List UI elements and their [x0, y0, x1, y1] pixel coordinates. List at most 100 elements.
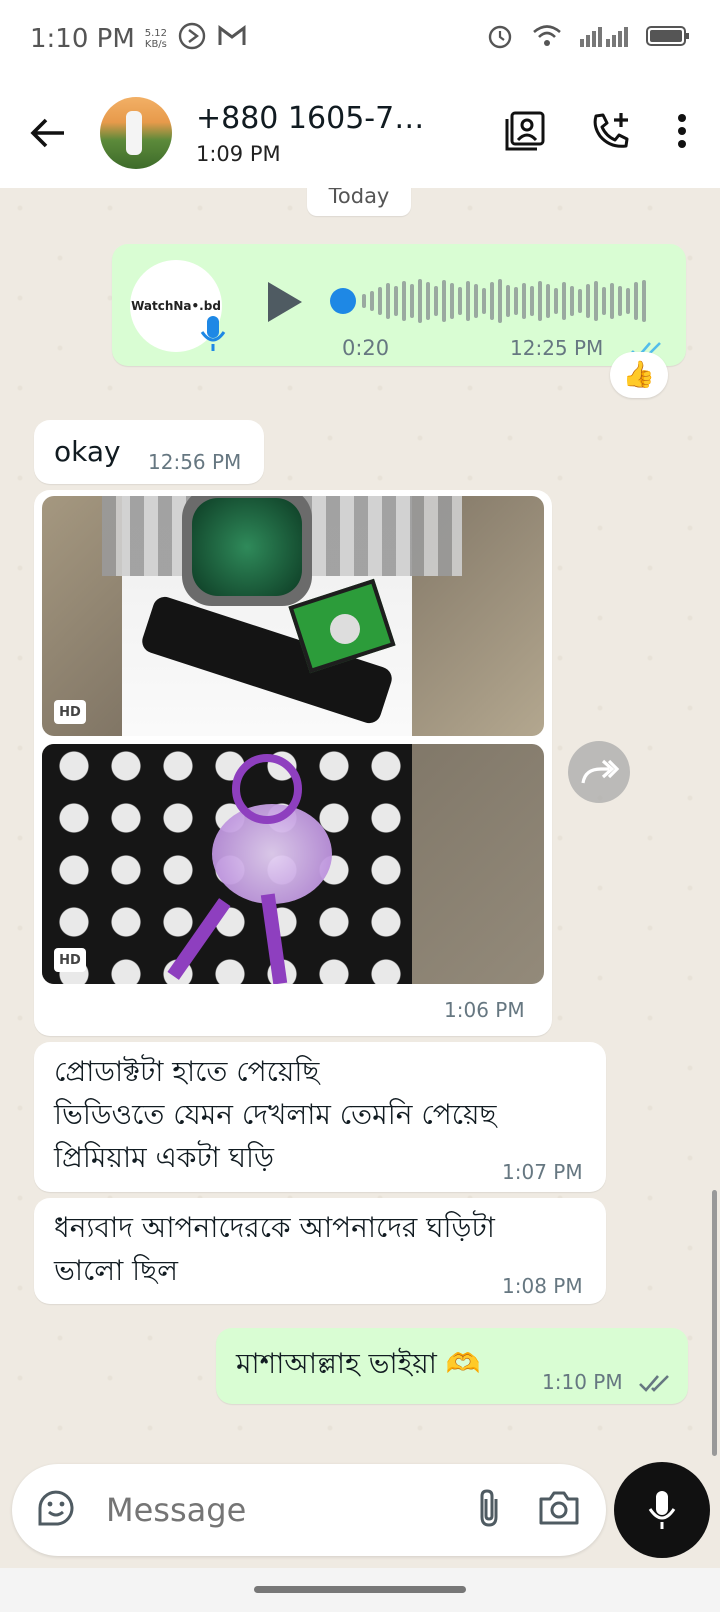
photo-watch[interactable]: HD: [42, 496, 544, 736]
camera-button[interactable]: [538, 1490, 580, 1530]
media-play-icon: [177, 21, 207, 58]
waveform-bar: [554, 288, 558, 314]
contact-name: +880 1605-78...: [196, 100, 436, 136]
waveform-bar: [410, 284, 414, 318]
waveform-bar: [362, 294, 366, 308]
date-divider: Today: [307, 188, 411, 216]
more-options-button[interactable]: [676, 113, 688, 153]
waveform-bar: [570, 286, 574, 316]
waveform-bar: [450, 283, 454, 319]
home-gesture-handle[interactable]: [254, 1586, 466, 1593]
scrollbar[interactable]: [712, 1190, 717, 1456]
attach-button[interactable]: [474, 1487, 504, 1533]
system-navigation-bar: [0, 1568, 720, 1612]
waveform-bar: [490, 282, 494, 320]
waveform-bar: [538, 281, 542, 321]
waveform-bar: [474, 284, 478, 318]
waveform-bar: [514, 287, 518, 315]
last-seen: 1:09 PM: [196, 141, 281, 166]
signal-icon: [580, 24, 628, 54]
forward-button[interactable]: [568, 741, 630, 803]
waveform-bar: [442, 280, 446, 322]
message-composer[interactable]: [12, 1464, 606, 1556]
waveform-bar: [458, 287, 462, 315]
network-speed: 5.12 KB/s: [144, 28, 168, 50]
contact-card-button[interactable]: [504, 110, 546, 156]
message-time: 1:07 PM: [502, 1160, 583, 1184]
status-bar: 1:10 PM 5.12 KB/s: [0, 0, 720, 78]
waveform-bar: [498, 279, 502, 323]
waveform-bar: [402, 281, 406, 321]
waveform-bar: [530, 286, 534, 316]
reaction-badge[interactable]: 👍: [610, 352, 668, 398]
waveform-bar: [562, 282, 566, 320]
waveform-bar: [370, 291, 374, 311]
waveform-bar: [546, 284, 550, 318]
microphone-icon: [648, 1491, 676, 1529]
waveform-bar: [642, 280, 646, 322]
audio-waveform[interactable]: [362, 274, 646, 328]
waveform-bar: [602, 287, 606, 315]
mic-icon: [200, 314, 226, 356]
double-check-icon: [638, 1372, 672, 1398]
sticker-icon: [38, 1490, 74, 1526]
battery-icon: [646, 24, 690, 54]
message-text: মাশাআল্লাহ ভাইয়া 🫶: [236, 1347, 481, 1380]
alarm-icon: [486, 22, 514, 57]
waveform-bar: [394, 286, 398, 316]
contact-info[interactable]: +880 1605-78... 1:09 PM: [196, 101, 436, 166]
play-icon: [268, 282, 302, 322]
hd-badge: HD: [54, 700, 86, 724]
message-text: okay: [54, 435, 121, 468]
message-text: প্রোডাক্টটা হাতে পেয়েছি ভিডিওতে যেমন দে…: [54, 1055, 497, 1174]
waveform-bar: [618, 286, 622, 316]
waveform-bar: [626, 288, 630, 314]
phone-plus-icon: [593, 113, 629, 148]
message-time: 1:08 PM: [502, 1274, 583, 1298]
chat-area[interactable]: Today WatchNa•.bd 0:20 12:25 PM 👍 okay 1…: [0, 188, 720, 1454]
incoming-message[interactable]: প্রোডাক্টটা হাতে পেয়েছি ভিডিওতে যেমন দে…: [34, 1042, 606, 1192]
sticker-button[interactable]: [36, 1488, 76, 1532]
waveform-bar: [610, 283, 614, 319]
waveform-bar: [482, 288, 486, 314]
contact-avatar[interactable]: [100, 97, 172, 169]
waveform-bar: [522, 283, 526, 319]
gmail-icon: [217, 24, 247, 55]
contact-card-icon: [505, 111, 545, 151]
message-time: 1:06 PM: [444, 998, 525, 1022]
waveform-bar: [418, 279, 422, 323]
voice-record-button[interactable]: [614, 1462, 710, 1558]
waveform-bar: [506, 285, 510, 317]
arrow-left-icon: [30, 118, 64, 148]
status-time: 1:10 PM: [30, 24, 135, 54]
waveform-bar: [466, 281, 470, 321]
more-vertical-icon: [678, 114, 686, 148]
incoming-message[interactable]: ধন্যবাদ আপনাদেরকে আপনাদের ঘড়িটা ভালো ছি…: [34, 1198, 606, 1304]
photo-album-bubble[interactable]: HD HD 1:06 PM: [34, 490, 552, 1036]
waveform-bar: [426, 282, 430, 320]
outgoing-message[interactable]: মাশাআল্লাহ ভাইয়া 🫶 1:10 PM: [216, 1328, 688, 1404]
message-text: ধন্যবাদ আপনাদেরকে আপনাদের ঘড়িটা ভালো ছি…: [54, 1211, 495, 1287]
paperclip-icon: [480, 1489, 498, 1527]
incoming-message[interactable]: okay 12:56 PM: [34, 420, 264, 484]
message-time: 12:25 PM: [510, 336, 604, 360]
audio-seek-handle[interactable]: [330, 288, 356, 314]
voice-duration: 0:20: [342, 336, 390, 360]
voice-message-bubble[interactable]: WatchNa•.bd 0:20 12:25 PM: [112, 244, 686, 366]
waveform-bar: [378, 287, 382, 315]
back-button[interactable]: [20, 105, 76, 161]
hd-badge: HD: [54, 948, 86, 972]
message-time: 12:56 PM: [148, 450, 242, 474]
photo-gift-box[interactable]: HD: [42, 744, 544, 984]
waveform-bar: [386, 283, 390, 319]
waveform-bar: [434, 286, 438, 316]
waveform-bar: [586, 284, 590, 318]
wifi-icon: [532, 24, 562, 55]
waveform-bar: [594, 281, 598, 321]
waveform-bar: [578, 289, 582, 313]
message-input[interactable]: [106, 1491, 406, 1529]
camera-icon: [539, 1491, 579, 1525]
add-call-button[interactable]: [590, 110, 632, 156]
play-button[interactable]: [264, 279, 304, 329]
message-time: 1:10 PM: [542, 1370, 623, 1394]
